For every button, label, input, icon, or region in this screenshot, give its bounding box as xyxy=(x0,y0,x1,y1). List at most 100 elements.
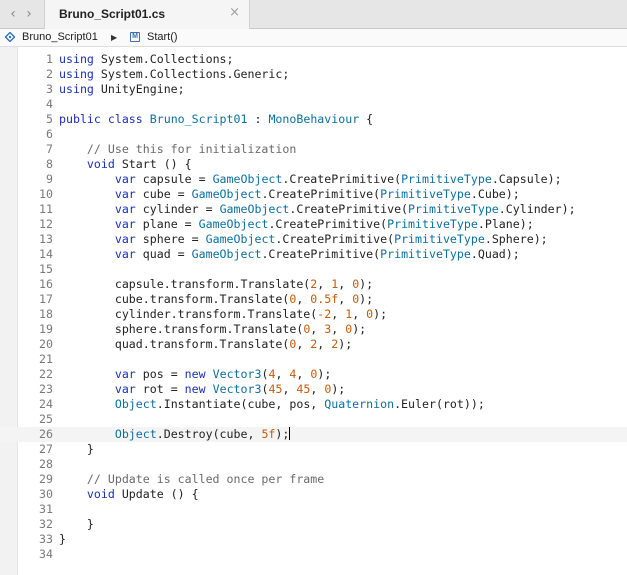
line-number: 11 xyxy=(39,202,53,216)
line-number: 3 xyxy=(46,82,53,96)
code-line[interactable]: 14 var quad = GameObject.CreatePrimitive… xyxy=(0,247,627,262)
code-text: quad.transform.Translate(0, 2, 2); xyxy=(59,337,352,352)
breadcrumb-method[interactable]: Start() xyxy=(147,31,178,43)
code-line[interactable]: 28 xyxy=(0,457,627,472)
code-line[interactable]: 1 using System.Collections; xyxy=(0,52,627,67)
code-line[interactable]: 12 var plane = GameObject.CreatePrimitiv… xyxy=(0,217,627,232)
code-line[interactable]: 31 xyxy=(0,502,627,517)
code-line[interactable]: 34 xyxy=(0,547,627,562)
code-line[interactable]: 6 xyxy=(0,127,627,142)
code-line[interactable]: 22 var pos = new Vector3(4, 4, 0); xyxy=(0,367,627,382)
code-token: using xyxy=(59,82,94,96)
code-text: // Use this for initialization xyxy=(59,142,296,157)
code-text: // Update is called once per frame xyxy=(59,472,324,487)
code-editor[interactable]: 1 using System.Collections; 2 using System.… xyxy=(0,47,627,575)
code-line[interactable]: 32 } xyxy=(0,517,627,532)
code-text: var cube = GameObject.CreatePrimitive(Pr… xyxy=(59,187,520,202)
code-token: } xyxy=(59,517,94,531)
back-icon[interactable]: ‹ xyxy=(6,6,20,22)
code-token: 45 xyxy=(268,382,283,396)
code-line[interactable]: 11 var cylinder = GameObject.CreatePrimi… xyxy=(0,202,627,217)
code-token: 45 xyxy=(296,382,311,396)
code-token: ); xyxy=(352,322,367,336)
code-token: Quaternion xyxy=(324,397,395,411)
forward-icon[interactable]: › xyxy=(22,6,36,22)
code-line[interactable]: 26 Object.Destroy(cube, 5f); xyxy=(0,427,627,442)
code-line[interactable]: 18 cylinder.transform.Translate(-2, 1, 0… xyxy=(0,307,627,322)
code-line[interactable]: 8 void Start () { xyxy=(0,157,627,172)
code-token: PrimitiveType xyxy=(408,202,499,216)
code-token: .Instantiate(cube, pos, xyxy=(156,397,325,411)
code-text: } xyxy=(59,517,94,532)
line-number: 20 xyxy=(39,337,53,351)
code-line[interactable]: 19 sphere.transform.Translate(0, 3, 0); xyxy=(0,322,627,337)
code-token: .Quad); xyxy=(470,247,520,261)
code-token: Vector3 xyxy=(212,367,262,381)
code-token: GameObject xyxy=(219,202,290,216)
line-number: 26 xyxy=(39,427,53,441)
code-token: 0.5f xyxy=(310,292,339,306)
code-line[interactable]: 3 using UnityEngine; xyxy=(0,82,627,97)
line-number: 32 xyxy=(39,517,53,531)
code-line[interactable]: 10 var cube = GameObject.CreatePrimitive… xyxy=(0,187,627,202)
code-token: , xyxy=(352,307,367,321)
code-token: } xyxy=(59,532,66,546)
code-line[interactable]: 20 quad.transform.Translate(0, 2, 2); xyxy=(0,337,627,352)
code-text: sphere.transform.Translate(0, 3, 0); xyxy=(59,322,366,337)
code-token: , xyxy=(317,277,332,291)
code-token: System.Collections; xyxy=(93,52,234,66)
code-line[interactable]: 9 var capsule = GameObject.CreatePrimiti… xyxy=(0,172,627,187)
code-token: .Capsule); xyxy=(491,172,562,186)
code-token: using xyxy=(59,52,94,66)
code-token: , xyxy=(275,367,290,381)
code-line[interactable]: 17 cube.transform.Translate(0, 0.5f, 0); xyxy=(0,292,627,307)
code-token: .Cube); xyxy=(470,187,520,201)
code-line[interactable]: 5 public class Bruno_Script01 : MonoBehav… xyxy=(0,112,627,127)
code-line[interactable]: 29 // Update is called once per frame xyxy=(0,472,627,487)
close-icon[interactable]: × xyxy=(229,6,240,20)
code-line[interactable]: 4 xyxy=(0,97,627,112)
code-token: rot = xyxy=(135,382,185,396)
code-token: , xyxy=(282,382,297,396)
code-token: capsule = xyxy=(135,172,213,186)
code-token: , xyxy=(331,307,346,321)
line-number: 17 xyxy=(39,292,53,306)
code-token: sphere = xyxy=(135,232,206,246)
code-token: , xyxy=(338,292,353,306)
code-token: cylinder.transform.Translate( xyxy=(59,307,318,321)
breadcrumb-file[interactable]: Bruno_Script01 xyxy=(22,31,98,43)
breadcrumb-separator-icon: ▶ xyxy=(111,33,118,42)
code-line[interactable]: 33} xyxy=(0,532,627,547)
line-number: 31 xyxy=(39,502,53,516)
code-line[interactable]: 24 Object.Instantiate(cube, pos, Quatern… xyxy=(0,397,627,412)
code-line[interactable]: 23 var rot = new Vector3(45, 45, 0); xyxy=(0,382,627,397)
code-line[interactable]: 7 // Use this for initialization xyxy=(0,142,627,157)
code-token: } xyxy=(59,442,94,456)
code-token: var xyxy=(114,217,136,231)
code-token: ); xyxy=(373,307,388,321)
code-line[interactable]: 27 } xyxy=(0,442,627,457)
code-line[interactable]: 13 var sphere = GameObject.CreatePrimiti… xyxy=(0,232,627,247)
code-token: Vector3 xyxy=(212,382,262,396)
code-token: .CreatePrimitive( xyxy=(282,172,402,186)
code-line[interactable]: 30 void Update () { xyxy=(0,487,627,502)
tab-bruno-script[interactable]: Bruno_Script01.cs × xyxy=(44,0,250,29)
code-token: .Destroy(cube, xyxy=(156,427,262,441)
line-number: 16 xyxy=(39,277,53,291)
code-token: capsule.transform.Translate( xyxy=(59,277,311,291)
code-token: MonoBehaviour xyxy=(268,112,360,126)
code-text: cylinder.transform.Translate(-2, 1, 0); xyxy=(59,307,387,322)
code-line[interactable]: 25 xyxy=(0,412,627,427)
code-line[interactable]: 15 xyxy=(0,262,627,277)
code-line[interactable]: 21 xyxy=(0,352,627,367)
line-number: 10 xyxy=(39,187,53,201)
code-line[interactable]: 2 using System.Collections.Generic; xyxy=(0,67,627,82)
code-text: var plane = GameObject.CreatePrimitive(P… xyxy=(59,217,534,232)
code-line[interactable]: 16 capsule.transform.Translate(2, 1, 0); xyxy=(0,277,627,292)
